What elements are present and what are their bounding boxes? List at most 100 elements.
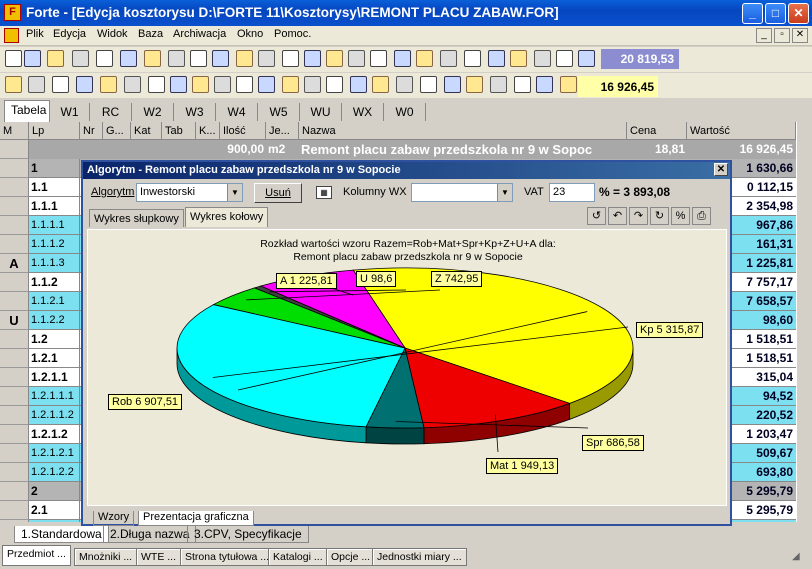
usun-button[interactable]: Usuń — [254, 183, 302, 203]
toolbar1-icon-25[interactable] — [578, 50, 595, 67]
strona-tytulowa-button[interactable]: Strona tytułowa ... — [180, 548, 275, 566]
toolbar1-icon-10[interactable] — [236, 50, 253, 67]
vertical-scrollbar[interactable] — [796, 122, 812, 522]
col-header-jm[interactable]: Je... — [266, 122, 299, 140]
chevron-down-icon[interactable]: ▼ — [227, 184, 242, 201]
tab-wzory[interactable]: Wzory — [93, 511, 135, 526]
tab-wu[interactable]: WU — [300, 103, 342, 121]
rotate-back-icon[interactable]: ↶ — [608, 207, 627, 225]
toolbar1-icon-16[interactable] — [370, 50, 387, 67]
tab-cpv[interactable]: 3.CPV, Specyfikacje — [187, 526, 309, 543]
toolbar1-icon-9[interactable] — [212, 50, 229, 67]
toolbar2-icon-10[interactable] — [236, 76, 253, 93]
toolbar1-icon-11[interactable] — [258, 50, 275, 67]
col-header-tab[interactable]: Tab — [162, 122, 196, 140]
toolbar1-icon-7[interactable] — [168, 50, 185, 67]
window-title-bar[interactable]: F Forte - [Edycja kosztorysu D:\FORTE 11… — [0, 0, 812, 26]
toolbar2-icon-23[interactable] — [536, 76, 553, 93]
toolbar2-icon-24[interactable] — [560, 76, 577, 93]
toolbar2-icon-3[interactable] — [76, 76, 93, 93]
print-icon[interactable]: ⎙ — [692, 207, 711, 225]
mnozniki-button[interactable]: Mnożniki ... — [74, 548, 138, 566]
tab-prezentacja-graficzna[interactable]: Prezentacja graficzna — [138, 511, 254, 526]
tab-wx[interactable]: WX — [342, 103, 384, 121]
toolbar1-icon-1[interactable] — [24, 50, 41, 67]
col-header-wartosc[interactable]: Wartość — [687, 122, 796, 140]
chevron-down-icon[interactable]: ▼ — [497, 184, 512, 201]
resize-grip-icon[interactable]: ◢ — [792, 551, 806, 565]
columns-icon[interactable]: ▦ — [316, 186, 332, 199]
col-header-kat[interactable]: Kat — [131, 122, 162, 140]
tab-rc[interactable]: RC — [90, 103, 132, 121]
maximize-button[interactable]: □ — [765, 3, 786, 24]
toolbar1-icon-6[interactable] — [144, 50, 161, 67]
menu-archiwacja[interactable]: Archiwacja — [173, 28, 226, 40]
toolbar1-icon-23[interactable] — [534, 50, 551, 67]
col-header-nr[interactable]: Nr — [80, 122, 103, 140]
katalogi-button[interactable]: Katalogi ... — [268, 548, 328, 566]
vat-input[interactable]: 23 — [549, 183, 595, 202]
toolbar2-icon-1[interactable] — [28, 76, 45, 93]
close-button[interactable]: ✕ — [788, 3, 809, 24]
toolbar2-icon-21[interactable] — [490, 76, 507, 93]
toolbar2-icon-18[interactable] — [420, 76, 437, 93]
tab-tabela[interactable]: Tabela — [4, 100, 50, 122]
toolbar1-icon-2[interactable] — [47, 50, 64, 67]
tab-bar-chart[interactable]: Wykres słupkowy — [89, 209, 184, 227]
toolbar1-icon-19[interactable] — [440, 50, 457, 67]
opcje-button[interactable]: Opcje ... — [326, 548, 376, 566]
tab-w5[interactable]: W5 — [258, 103, 300, 121]
dialog-title-bar[interactable]: Algorytm - Remont placu zabaw przedszkol… — [83, 162, 730, 179]
toolbar2-icon-16[interactable] — [372, 76, 389, 93]
mdi-restore-icon[interactable]: ▫ — [774, 28, 790, 43]
menu-plik[interactable]: Plik — [26, 28, 44, 40]
col-header-m[interactable]: M — [0, 122, 29, 140]
summary-row[interactable]: 900,00 m2 Remont placu zabaw przedszkola… — [0, 140, 812, 159]
toolbar2-icon-13[interactable] — [304, 76, 321, 93]
toolbar1-icon-21[interactable] — [488, 50, 505, 67]
menu-edycja[interactable]: Edycja — [53, 28, 86, 40]
col-header-g[interactable]: G... — [103, 122, 131, 140]
toolbar2-icon-2[interactable] — [52, 76, 69, 93]
toolbar1-icon-15[interactable] — [348, 50, 365, 67]
menu-okno[interactable]: Okno — [237, 28, 263, 40]
tab-w2[interactable]: W2 — [132, 103, 174, 121]
toolbar2-icon-12[interactable] — [282, 76, 299, 93]
tab-w3[interactable]: W3 — [174, 103, 216, 121]
toolbar1-icon-12[interactable] — [282, 50, 299, 67]
przedmiot-button[interactable]: Przedmiot ... — [2, 545, 71, 566]
tab-pie-chart[interactable]: Wykres kołowy — [185, 207, 269, 227]
col-header-nazwa[interactable]: Nazwa — [299, 122, 627, 140]
menu-pomoc[interactable]: Pomoc. — [274, 28, 311, 40]
toolbar2-icon-14[interactable] — [326, 76, 343, 93]
toolbar2-icon-15[interactable] — [350, 76, 367, 93]
menu-baza[interactable]: Baza — [138, 28, 163, 40]
toolbar2-icon-8[interactable] — [192, 76, 209, 93]
toolbar1-icon-18[interactable] — [416, 50, 433, 67]
tilt-up-icon[interactable]: ↻ — [650, 207, 669, 225]
tab-w0[interactable]: W0 — [384, 103, 426, 121]
menu-widok[interactable]: Widok — [97, 28, 128, 40]
tab-dluga-nazwa[interactable]: 2.Długa nazwa — [103, 526, 197, 543]
toolbar2-icon-19[interactable] — [444, 76, 461, 93]
kolumny-select[interactable]: ▼ — [411, 183, 513, 202]
toolbar2-icon-6[interactable] — [148, 76, 165, 93]
toolbar2-icon-22[interactable] — [514, 76, 531, 93]
toolbar1-icon-13[interactable] — [304, 50, 321, 67]
algorytm-select[interactable]: Inwestorski ▼ — [136, 183, 243, 202]
toolbar2-icon-4[interactable] — [100, 76, 117, 93]
toolbar2-icon-5[interactable] — [124, 76, 141, 93]
tilt-down-icon[interactable]: ↷ — [629, 207, 648, 225]
toolbar2-icon-9[interactable] — [214, 76, 231, 93]
toolbar1-icon-0[interactable] — [5, 50, 22, 67]
tab-w4[interactable]: W4 — [216, 103, 258, 121]
toolbar1-icon-22[interactable] — [510, 50, 527, 67]
toolbar2-icon-11[interactable] — [258, 76, 275, 93]
percent-icon[interactable]: % — [671, 207, 690, 225]
toolbar1-icon-24[interactable] — [556, 50, 573, 67]
wte-button[interactable]: WTE ... — [136, 548, 181, 566]
toolbar1-icon-4[interactable] — [96, 50, 113, 67]
mdi-minimize-icon[interactable]: _ — [756, 28, 772, 43]
tab-standardowa[interactable]: 1.Standardowa — [14, 526, 109, 543]
toolbar1-icon-17[interactable] — [394, 50, 411, 67]
